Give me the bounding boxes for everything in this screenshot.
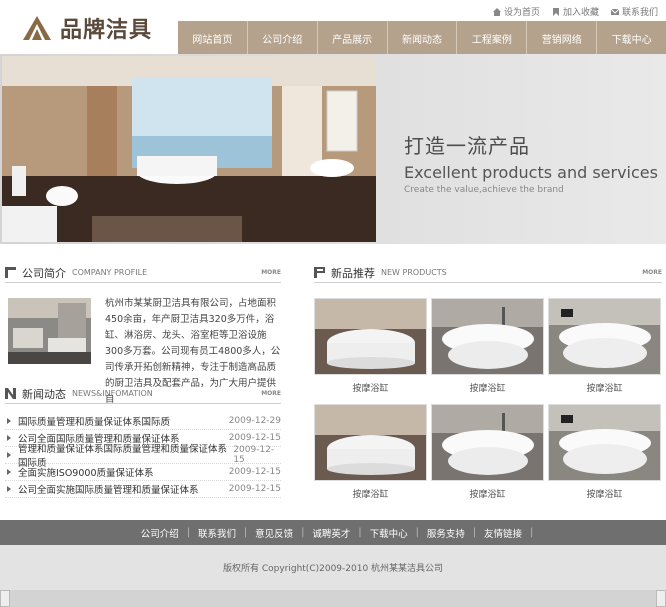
footer-nav: 公司介绍 | 联系我们 | 意见反馈 | 诚聘英才 | 下载中心 | 服务支持 | 友情链接… — [0, 520, 666, 545]
nav-item-news[interactable]: 新闻动态 — [386, 21, 457, 55]
product-caption: 按摩浴缸 — [586, 384, 623, 394]
news-item[interactable]: 全面实施ISO9000质量保证体系 2009-12-15 — [5, 464, 281, 481]
banner-title-cn: 打造一流产品 — [404, 134, 530, 158]
news-item[interactable]: 公司全面实施国际质量管理和质量保证体系 2009-12-15 — [5, 481, 281, 498]
news-more-link[interactable]: MORE — [261, 390, 281, 397]
nav-item-download[interactable]: 下载中心 — [596, 21, 666, 55]
top-links: 设为首页 加入收藏 联系我们 — [492, 5, 658, 18]
profile-title-en: COMPANY PROFILE — [72, 268, 148, 277]
bookmark-label: 加入收藏 — [562, 8, 599, 18]
copyright-bar: 版权所有 Copyright(C)2009-2010 杭州某某洁具公司 — [0, 545, 666, 590]
products-title-en: NEW PRODUCTS — [381, 268, 447, 277]
news-title: 新闻动态 — [22, 387, 66, 401]
product-caption: 按摩浴缸 — [586, 490, 623, 500]
home-icon — [492, 7, 501, 16]
product-card[interactable]: 按摩浴缸 — [431, 298, 544, 394]
product-image — [548, 404, 661, 481]
products-title: 新品推荐 — [331, 266, 375, 280]
nav-item-products[interactable]: 产品展示 — [316, 21, 387, 55]
logo-mark-icon — [22, 15, 52, 41]
news-list: 国际质量管理和质量保证体系国际质 2009-12-29 公司全面国际质量管理和质量… — [5, 413, 281, 498]
logo[interactable]: 品牌洁具 — [22, 12, 152, 44]
logo-text: 品牌洁具 — [60, 18, 153, 43]
scroll-right-arrow[interactable] — [656, 590, 666, 607]
contact-us-link[interactable]: 联系我们 — [610, 5, 658, 18]
product-card[interactable]: 按摩浴缸 — [431, 404, 544, 500]
product-caption: 按摩浴缸 — [469, 490, 506, 500]
product-image — [548, 298, 661, 375]
profile-title: 公司简介 — [22, 266, 66, 280]
scroll-left-arrow[interactable] — [0, 590, 10, 607]
nav-item-about[interactable]: 公司介绍 — [246, 21, 317, 55]
banner-text: 打造一流产品 Excellent products and services C… — [404, 130, 658, 195]
set-homepage-link[interactable]: 设为首页 — [492, 5, 540, 18]
main-nav: 网站首页 公司介绍 产品展示 新闻动态 工程案例 营销网络 下载中心 — [178, 21, 666, 55]
news-item[interactable]: 管理和质量保证体系国际质量管理和质量保证体系国际质 2009-12-15 — [5, 444, 281, 469]
product-card[interactable]: 按摩浴缸 — [314, 404, 427, 500]
copyright-text: 版权所有 Copyright(C)2009-2010 杭州某某洁具公司 — [222, 564, 444, 574]
nav-item-home[interactable]: 网站首页 — [178, 21, 247, 55]
product-caption: 按摩浴缸 — [469, 384, 506, 394]
product-image — [314, 404, 427, 481]
nav-item-cases[interactable]: 工程案例 — [456, 21, 526, 55]
bookmark-link[interactable]: 加入收藏 — [552, 5, 599, 18]
profile-section-icon — [5, 267, 16, 278]
nav-item-network[interactable]: 营销网络 — [526, 21, 596, 55]
footer-link-contact[interactable]: 联系我们 — [190, 526, 244, 540]
news-section-icon — [5, 388, 16, 399]
product-card[interactable]: 按摩浴缸 — [314, 298, 427, 394]
product-image — [431, 404, 544, 481]
footer-link-download[interactable]: 下载中心 — [362, 526, 416, 540]
bathroom-photo — [2, 56, 376, 242]
footer-link-about[interactable]: 公司介绍 — [133, 526, 187, 540]
product-image — [431, 298, 544, 375]
footer-separator: | — [530, 527, 534, 538]
contact-us-label: 联系我们 — [621, 8, 658, 18]
footer-link-friends[interactable]: 友情链接 — [476, 526, 530, 540]
products-header: 新品推荐 NEW PRODUCTS MORE — [314, 263, 662, 283]
products-more-link[interactable]: MORE — [642, 269, 662, 276]
banner: 打造一流产品 Excellent products and services C… — [0, 54, 666, 244]
product-caption: 按摩浴缸 — [352, 490, 389, 500]
profile-header: 公司简介 COMPANY PROFILE MORE — [5, 263, 281, 283]
product-card[interactable]: 按摩浴缸 — [548, 404, 661, 500]
mail-icon — [610, 8, 619, 15]
banner-title-en: Excellent products and services — [404, 163, 658, 182]
footer-link-support[interactable]: 服务支持 — [419, 526, 473, 540]
product-caption: 按摩浴缸 — [352, 384, 389, 394]
product-image — [314, 298, 427, 375]
profile-more-link[interactable]: MORE — [261, 269, 281, 276]
header: 品牌洁具 设为首页 加入收藏 联系我们 网站首页 公司介绍 产品展示 新闻动态 … — [0, 0, 666, 55]
product-card[interactable]: 按摩浴缸 — [548, 298, 661, 394]
bookmark-icon — [552, 7, 559, 16]
set-homepage-label: 设为首页 — [503, 8, 540, 18]
footer-link-feedback[interactable]: 意见反馈 — [247, 526, 301, 540]
company-photo — [8, 298, 91, 364]
news-item[interactable]: 国际质量管理和质量保证体系国际质 2009-12-29 — [5, 413, 281, 430]
footer-link-jobs[interactable]: 诚聘英才 — [304, 526, 358, 540]
news-title-en: NEWS&INFOMATION — [72, 389, 153, 398]
news-header: 新闻动态 NEWS&INFOMATION MORE — [5, 384, 281, 404]
horizontal-scrollbar[interactable] — [0, 590, 666, 607]
banner-subtitle: Create the value,achieve the brand — [404, 185, 564, 195]
products-section-icon — [314, 267, 325, 278]
